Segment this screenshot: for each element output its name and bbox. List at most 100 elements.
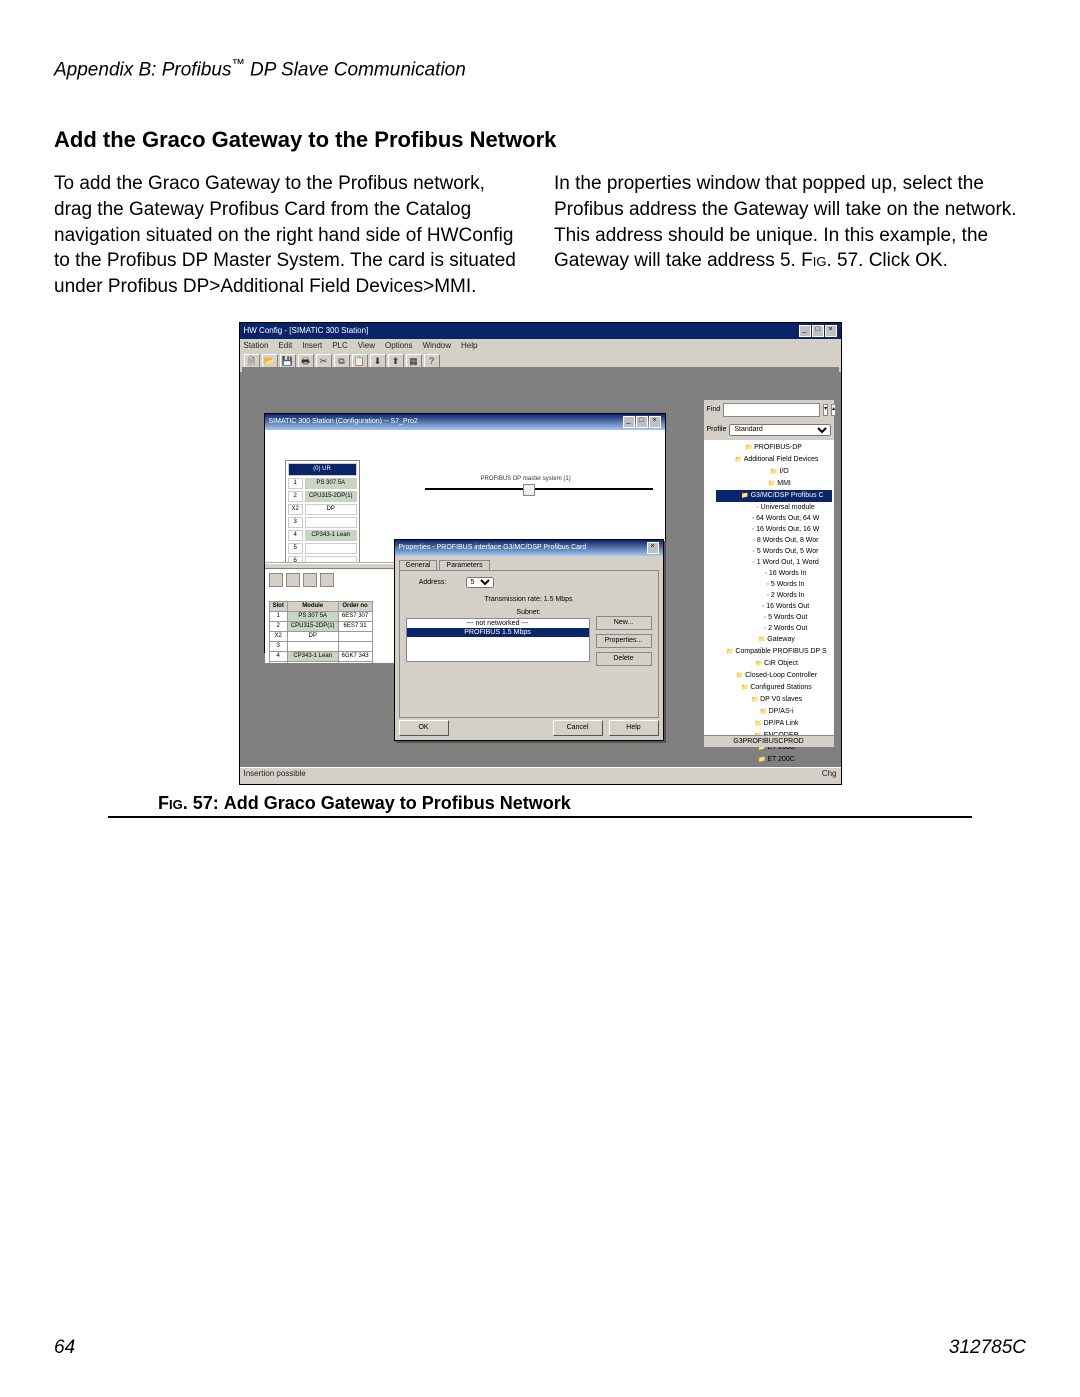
subnet-properties-button[interactable]: Properties... xyxy=(596,634,652,648)
table-cell[interactable]: CP343-1 Lean xyxy=(287,651,338,661)
catalog-tree-item[interactable]: Gateway xyxy=(716,634,832,646)
table-cell[interactable]: DP xyxy=(287,631,338,641)
mdi-workspace: SIMATIC 300 Station (Configuration) -- S… xyxy=(242,367,839,768)
help-button[interactable]: Help xyxy=(609,720,659,736)
cancel-button[interactable]: Cancel xyxy=(553,720,603,736)
station-maximize-icon[interactable]: □ xyxy=(636,416,648,428)
rack-module[interactable] xyxy=(305,517,357,528)
modpane-icon[interactable] xyxy=(303,573,317,587)
modpane-icon[interactable] xyxy=(269,573,283,587)
doc-number: 312785C xyxy=(949,1337,1026,1359)
maximize-icon[interactable]: □ xyxy=(812,325,824,337)
figure-caption: Fig. 57: Add Graco Gateway to Profibus N… xyxy=(158,793,1026,814)
address-select[interactable]: 5 xyxy=(466,577,494,588)
rack-module[interactable] xyxy=(305,556,357,563)
subnet-delete-button[interactable]: Delete xyxy=(596,652,652,666)
catalog-tree-item[interactable]: 5 Words Out xyxy=(716,612,832,623)
tab-general[interactable]: General xyxy=(399,560,438,570)
profile-label: Profile xyxy=(707,426,727,433)
rack-table[interactable]: (0) UR 1PS 307 5A 2CPU315-2DP(1) X2DP 3 … xyxy=(285,460,360,563)
catalog-tree-item[interactable]: 1 Word Out, 1 Word xyxy=(716,557,832,568)
rack-module[interactable]: CP343-1 Lean xyxy=(305,530,357,541)
table-cell: X2 xyxy=(269,631,287,641)
properties-titlebar: Properties - PROFIBUS interface G3/MC/DS… xyxy=(395,540,663,556)
catalog-tree-item[interactable]: Additional Field Devices xyxy=(716,454,832,466)
catalog-tree-item[interactable]: 16 Words Out, 16 W xyxy=(716,524,832,535)
subnet-new-button[interactable]: New... xyxy=(596,616,652,630)
properties-close-icon[interactable]: × xyxy=(647,542,659,554)
menu-help[interactable]: Help xyxy=(461,341,477,350)
table-cell[interactable] xyxy=(287,661,338,663)
menu-insert[interactable]: Insert xyxy=(302,341,322,350)
catalog-tree-item[interactable]: 2 Words Out xyxy=(716,623,832,634)
catalog-tree-item[interactable]: 2 Words In xyxy=(716,590,832,601)
table-cell[interactable] xyxy=(287,641,338,651)
tab-parameters[interactable]: Parameters xyxy=(439,560,489,570)
rack-module[interactable]: PS 307 5A xyxy=(305,478,357,489)
modpane-icon[interactable] xyxy=(320,573,334,587)
rack-module[interactable] xyxy=(305,543,357,554)
catalog-tree-item[interactable]: CiR Object xyxy=(716,658,832,670)
menu-station[interactable]: Station xyxy=(244,341,269,350)
subnet-item[interactable]: --- not networked --- xyxy=(407,619,589,628)
catalog-tree-item[interactable]: 64 Words Out, 64 W xyxy=(716,513,832,524)
subnet-label: Subnet: xyxy=(406,609,652,616)
catalog-tree-item[interactable]: ET 200C xyxy=(716,754,832,766)
rack-slot: 2 xyxy=(288,491,303,502)
menu-window[interactable]: Window xyxy=(423,341,451,350)
station-minimize-icon[interactable]: _ xyxy=(623,416,635,428)
rack-module[interactable]: CPU315-2DP(1) xyxy=(305,491,357,502)
profile-select[interactable]: Standard xyxy=(729,424,830,436)
main-titlebar: HW Config - [SIMATIC 300 Station] _ □ × xyxy=(240,323,841,339)
table-cell[interactable]: PS 307 5A xyxy=(287,611,338,621)
catalog-tree-item[interactable]: I/O xyxy=(716,466,832,478)
catalog-tree-item[interactable]: 16 Words In xyxy=(716,568,832,579)
menu-edit[interactable]: Edit xyxy=(278,341,292,350)
catalog-tree-item[interactable]: Configured Stations xyxy=(716,682,832,694)
modpane-icon[interactable] xyxy=(286,573,300,587)
find-up-icon[interactable]: ▴ xyxy=(831,404,836,416)
col-slot: Slot xyxy=(269,601,287,611)
catalog-tree-item[interactable]: 8 Words Out, 8 Wor xyxy=(716,535,832,546)
catalog-tree-item[interactable]: DP V0 slaves xyxy=(716,694,832,706)
figure-caption-prefix: Fig. 57: xyxy=(158,793,224,813)
catalog-tree-item[interactable]: 16 Words Out xyxy=(716,601,832,612)
catalog-tree-item[interactable]: G3/MC/DSP Profibus C xyxy=(716,490,832,502)
ok-button[interactable]: OK xyxy=(399,720,449,736)
catalog-tree-item[interactable]: Universal module xyxy=(716,502,832,513)
minimize-icon[interactable]: _ xyxy=(799,325,811,337)
table-cell[interactable]: CPU315-2DP(1) xyxy=(287,621,338,631)
rack-slot: 5 xyxy=(288,543,303,554)
catalog-tree-item[interactable]: 5 Words Out, 5 Wor xyxy=(716,546,832,557)
rack-header: (0) UR xyxy=(288,463,357,476)
profibus-rail[interactable] xyxy=(425,488,653,492)
catalog-tree[interactable]: PROFIBUS-DPAdditional Field DevicesI/OMM… xyxy=(704,440,834,785)
catalog-tree-item[interactable]: Closed-Loop Controller xyxy=(716,670,832,682)
catalog-panel: Find ▾ ▴ Profile Standard PROFIBUS-DPAdd… xyxy=(703,399,835,748)
catalog-tree-item[interactable]: PROFIBUS-DP xyxy=(716,442,832,454)
rack-module[interactable]: DP xyxy=(305,504,357,515)
subnet-item-selected[interactable]: PROFIBUS 1.5 Mbps xyxy=(407,628,589,637)
catalog-tree-item[interactable]: Compatible PROFIBUS DP S xyxy=(716,646,832,658)
catalog-tree-item[interactable]: DP/AS-i xyxy=(716,706,832,718)
menu-view[interactable]: View xyxy=(358,341,375,350)
catalog-tree-item[interactable]: MMI xyxy=(716,478,832,490)
body-col-right: In the properties window that popped up,… xyxy=(554,171,1026,299)
module-table[interactable]: Slot Module Order no 1PS 307 5A6ES7 307 … xyxy=(269,601,373,663)
menu-options[interactable]: Options xyxy=(385,341,413,350)
find-input[interactable] xyxy=(723,403,820,417)
station-close-icon[interactable]: × xyxy=(649,416,661,428)
profibus-node-icon[interactable] xyxy=(523,484,535,496)
figure-caption-text: Add Graco Gateway to Profibus Network xyxy=(224,793,571,813)
catalog-tree-item[interactable]: 5 Words In xyxy=(716,579,832,590)
find-down-icon[interactable]: ▾ xyxy=(823,404,828,416)
table-cell: 6ES7 307 xyxy=(338,611,372,621)
table-cell xyxy=(338,641,372,651)
menu-plc[interactable]: PLC xyxy=(332,341,348,350)
col-module: Module xyxy=(287,601,338,611)
catalog-tree-item[interactable]: DP/PA Link xyxy=(716,718,832,730)
catalog-search-row: Find ▾ ▴ xyxy=(704,400,834,421)
close-icon[interactable]: × xyxy=(825,325,837,337)
subnet-list[interactable]: --- not networked --- PROFIBUS 1.5 Mbps xyxy=(406,618,590,662)
col-order: Order no xyxy=(338,601,372,611)
